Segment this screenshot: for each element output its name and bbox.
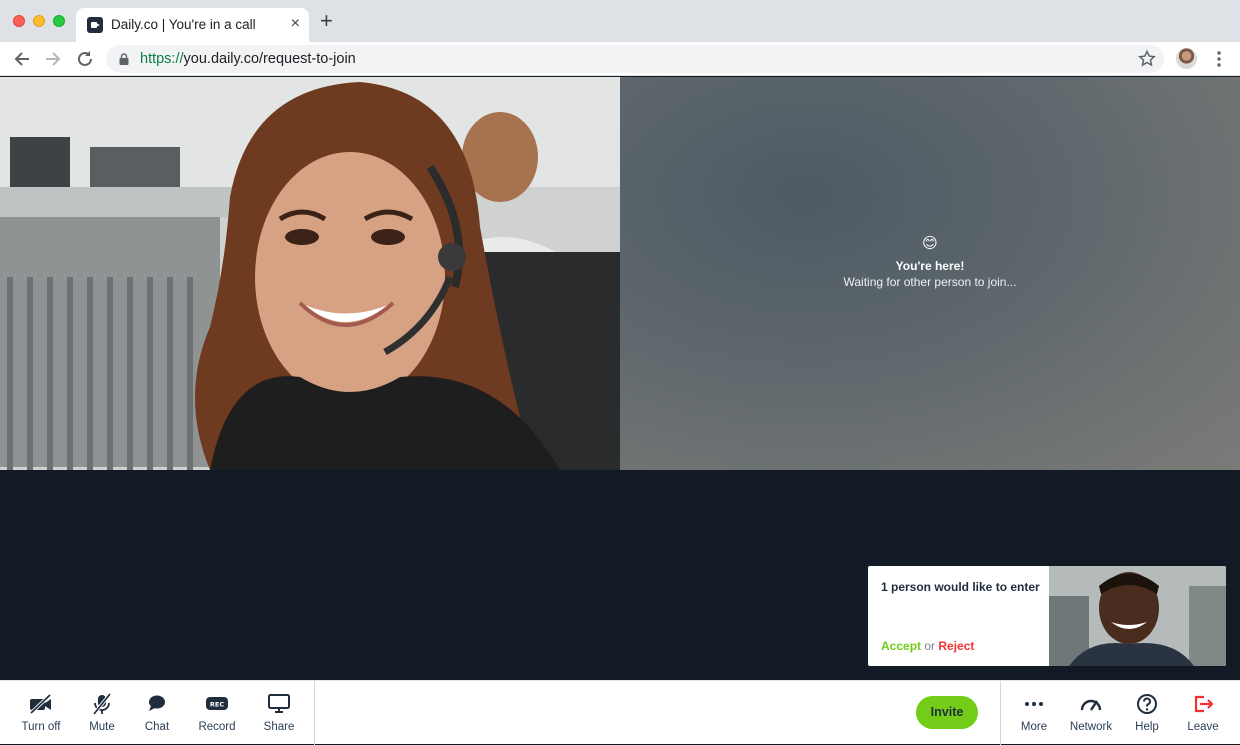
waiting-message: 😊 You're here! Waiting for other person … — [620, 235, 1240, 289]
help-button[interactable]: Help — [1125, 681, 1169, 745]
record-button[interactable]: REC Record — [192, 681, 242, 745]
knock-actions: Accept or Reject — [881, 639, 974, 653]
screen-share-icon — [268, 694, 290, 713]
waiting-subtitle: Waiting for other person to join... — [843, 275, 1017, 289]
knock-message: 1 person would like to enter — [881, 580, 1040, 594]
leave-button[interactable]: Leave — [1180, 681, 1226, 745]
chat-label: Chat — [144, 721, 170, 733]
network-icon — [1080, 699, 1102, 711]
daily-favicon-icon — [87, 17, 103, 33]
more-button[interactable]: More — [1012, 681, 1056, 745]
reject-link[interactable]: Reject — [938, 639, 974, 653]
chat-icon — [149, 695, 165, 711]
browser-tab-bar: Daily.co | You're in a call × + — [0, 0, 1240, 42]
address-bar[interactable]: https://you.daily.co/request-to-join — [106, 45, 1164, 73]
browser-tab-active[interactable]: Daily.co | You're in a call × — [76, 8, 309, 42]
participant-video-image — [0, 77, 620, 470]
close-window-button[interactable] — [13, 15, 25, 27]
invite-button[interactable]: Invite — [916, 696, 978, 729]
browser-menu-icon[interactable] — [1212, 49, 1226, 69]
mute-label: Mute — [89, 721, 115, 733]
mute-button[interactable]: Mute — [78, 681, 126, 745]
forward-arrow-icon[interactable] — [42, 48, 64, 70]
or-label: or — [924, 639, 936, 653]
mic-off-icon — [92, 693, 112, 715]
call-stage: 😊 You're here! Waiting for other person … — [0, 77, 1240, 680]
maximize-window-button[interactable] — [53, 15, 65, 27]
network-label: Network — [1069, 721, 1113, 733]
leave-label: Leave — [1187, 721, 1219, 733]
share-label: Share — [263, 721, 295, 733]
more-label: More — [1020, 721, 1048, 733]
record-label: Record — [198, 721, 236, 733]
share-button[interactable]: Share — [255, 681, 303, 745]
help-icon — [1137, 694, 1157, 714]
camera-toggle-button[interactable]: Turn off — [12, 681, 70, 745]
help-label: Help — [1135, 721, 1159, 733]
bookmark-star-icon[interactable] — [1137, 49, 1157, 69]
accept-link[interactable]: Accept — [881, 639, 921, 653]
leave-icon — [1194, 695, 1214, 713]
url-text[interactable]: https://you.daily.co/request-to-join — [140, 51, 356, 67]
tray-divider-right — [1000, 681, 1001, 745]
network-button[interactable]: Network — [1065, 681, 1117, 745]
svg-text:REC: REC — [210, 701, 224, 709]
guest-preview-video — [1049, 566, 1226, 666]
tab-title: Daily.co | You're in a call — [111, 17, 256, 32]
participant-video-tile — [0, 77, 620, 470]
waiting-title: You're here! — [895, 259, 965, 273]
call-tray: Turn off Mute Chat REC Record Share Invi… — [0, 680, 1240, 745]
record-icon: REC — [206, 697, 228, 710]
knock-request-card: 1 person would like to enter Accept or R… — [868, 566, 1226, 666]
chat-button[interactable]: Chat — [135, 681, 179, 745]
tray-divider-left — [314, 681, 315, 745]
back-arrow-icon[interactable] — [11, 48, 33, 70]
guest-preview-image — [1049, 566, 1226, 666]
new-tab-button[interactable]: + — [320, 10, 333, 32]
more-icon — [1025, 702, 1043, 706]
reload-icon[interactable] — [74, 48, 96, 70]
smile-emoji-icon: 😊 — [922, 235, 938, 252]
lock-icon — [119, 53, 129, 65]
minimize-window-button[interactable] — [33, 15, 45, 27]
profile-avatar[interactable] — [1176, 48, 1197, 69]
tab-close-icon[interactable]: × — [291, 15, 300, 33]
camera-off-icon — [29, 693, 52, 715]
camera-toggle-label: Turn off — [21, 721, 61, 733]
self-video-tile: 😊 You're here! Waiting for other person … — [620, 77, 1240, 470]
browser-toolbar: https://you.daily.co/request-to-join — [0, 42, 1240, 76]
